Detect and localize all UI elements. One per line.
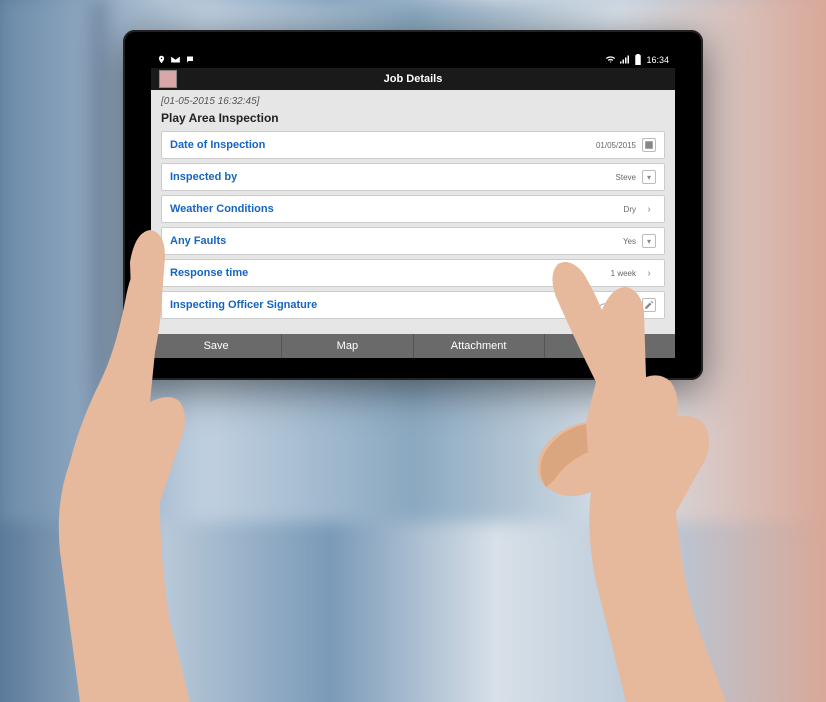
field-label: Any Faults: [170, 235, 226, 247]
field-response-time[interactable]: Response time 1 week ›: [161, 259, 665, 287]
bottom-toolbar: Save Map Attachment Submit: [151, 334, 675, 358]
status-time: 16:34: [646, 55, 669, 65]
content-area: [01-05-2015 16:32:45] Play Area Inspecti…: [151, 90, 675, 334]
calendar-icon[interactable]: [642, 138, 656, 152]
field-label: Inspecting Officer Signature: [170, 299, 317, 311]
field-inspected-by[interactable]: Inspected by Steve ▾: [161, 163, 665, 191]
wifi-icon: [605, 55, 616, 66]
field-value: Dry: [624, 205, 636, 214]
map-button[interactable]: Map: [282, 334, 413, 358]
field-value: Yes: [623, 237, 636, 246]
field-value: Steve: [616, 173, 636, 182]
field-label: Response time: [170, 267, 248, 279]
attachment-button[interactable]: Attachment: [414, 334, 545, 358]
pencil-icon[interactable]: [642, 298, 656, 312]
dropdown-icon[interactable]: ▾: [642, 234, 656, 248]
field-value: 1 week: [611, 269, 636, 278]
location-icon: [157, 55, 166, 66]
field-value: 01/05/2015: [596, 141, 636, 150]
timestamp: [01-05-2015 16:32:45]: [161, 96, 665, 107]
tablet-device: 16:34 Job Details [01-05-2015 16:32:45] …: [123, 30, 703, 380]
chevron-right-icon[interactable]: ›: [642, 266, 656, 280]
app-icon[interactable]: [159, 70, 177, 88]
submit-button[interactable]: Submit: [545, 334, 675, 358]
field-signature[interactable]: Inspecting Officer Signature: [161, 291, 665, 319]
signature-preview: [596, 298, 636, 312]
title-bar: Job Details: [151, 68, 675, 90]
page-title: Job Details: [384, 73, 443, 85]
field-date-of-inspection[interactable]: Date of Inspection 01/05/2015: [161, 131, 665, 159]
field-weather-conditions[interactable]: Weather Conditions Dry ›: [161, 195, 665, 223]
form-title: Play Area Inspection: [161, 111, 665, 125]
field-label: Inspected by: [170, 171, 237, 183]
dropdown-icon[interactable]: ▾: [642, 170, 656, 184]
status-bar: 16:34: [151, 52, 675, 68]
signal-icon: [620, 55, 630, 66]
chevron-right-icon[interactable]: ›: [642, 202, 656, 216]
battery-icon: [634, 54, 642, 67]
field-label: Date of Inspection: [170, 139, 265, 151]
status-right: 16:34: [605, 54, 669, 67]
save-button[interactable]: Save: [151, 334, 282, 358]
mail-icon: [170, 55, 181, 66]
message-icon: [185, 55, 195, 66]
field-any-faults[interactable]: Any Faults Yes ▾: [161, 227, 665, 255]
status-left: [157, 55, 195, 66]
field-label: Weather Conditions: [170, 203, 274, 215]
screen: 16:34 Job Details [01-05-2015 16:32:45] …: [151, 52, 675, 358]
